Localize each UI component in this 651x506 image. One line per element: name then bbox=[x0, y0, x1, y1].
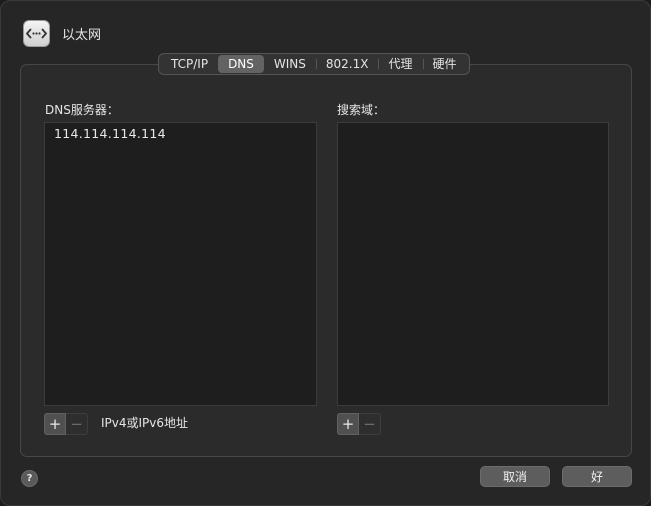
dns-address-hint: IPv4或IPv6地址 bbox=[101, 416, 189, 430]
search-domains-label: 搜索域： bbox=[337, 103, 386, 117]
tab-tcp-ip[interactable]: TCP/IP bbox=[161, 55, 218, 73]
tab-hardware[interactable]: 硬件 bbox=[422, 55, 467, 73]
cancel-button[interactable]: 取消 bbox=[480, 466, 550, 487]
remove-dns-server-button[interactable]: − bbox=[66, 413, 88, 435]
ok-button[interactable]: 好 bbox=[562, 466, 632, 487]
dns-servers-add-remove: + − bbox=[44, 413, 88, 435]
add-dns-server-button[interactable]: + bbox=[44, 413, 66, 435]
search-domains-list[interactable] bbox=[337, 122, 609, 406]
search-domains-add-remove: + − bbox=[337, 413, 381, 435]
help-icon[interactable]: ? bbox=[21, 470, 38, 487]
dns-servers-label: DNS服务器： bbox=[45, 103, 119, 117]
window-title: 以太网 bbox=[62, 28, 102, 43]
network-settings-window: 以太网 TCP/IP DNS WINS 802.1X 代理 硬件 DNS服务器：… bbox=[0, 0, 651, 506]
tab-wins[interactable]: WINS bbox=[264, 55, 316, 73]
list-item[interactable]: 114.114.114.114 bbox=[45, 123, 316, 141]
remove-search-domain-button[interactable]: − bbox=[359, 413, 381, 435]
tab-802-1x[interactable]: 802.1X bbox=[315, 55, 379, 73]
network-arrows-icon bbox=[23, 20, 50, 47]
tab-dns[interactable]: DNS bbox=[218, 55, 264, 73]
add-search-domain-button[interactable]: + bbox=[337, 413, 359, 435]
tab-proxy[interactable]: 代理 bbox=[378, 55, 422, 73]
tab-bar: TCP/IP DNS WINS 802.1X 代理 硬件 bbox=[158, 53, 470, 75]
window-header: 以太网 bbox=[23, 20, 101, 47]
dns-servers-list[interactable]: 114.114.114.114 bbox=[44, 122, 317, 406]
